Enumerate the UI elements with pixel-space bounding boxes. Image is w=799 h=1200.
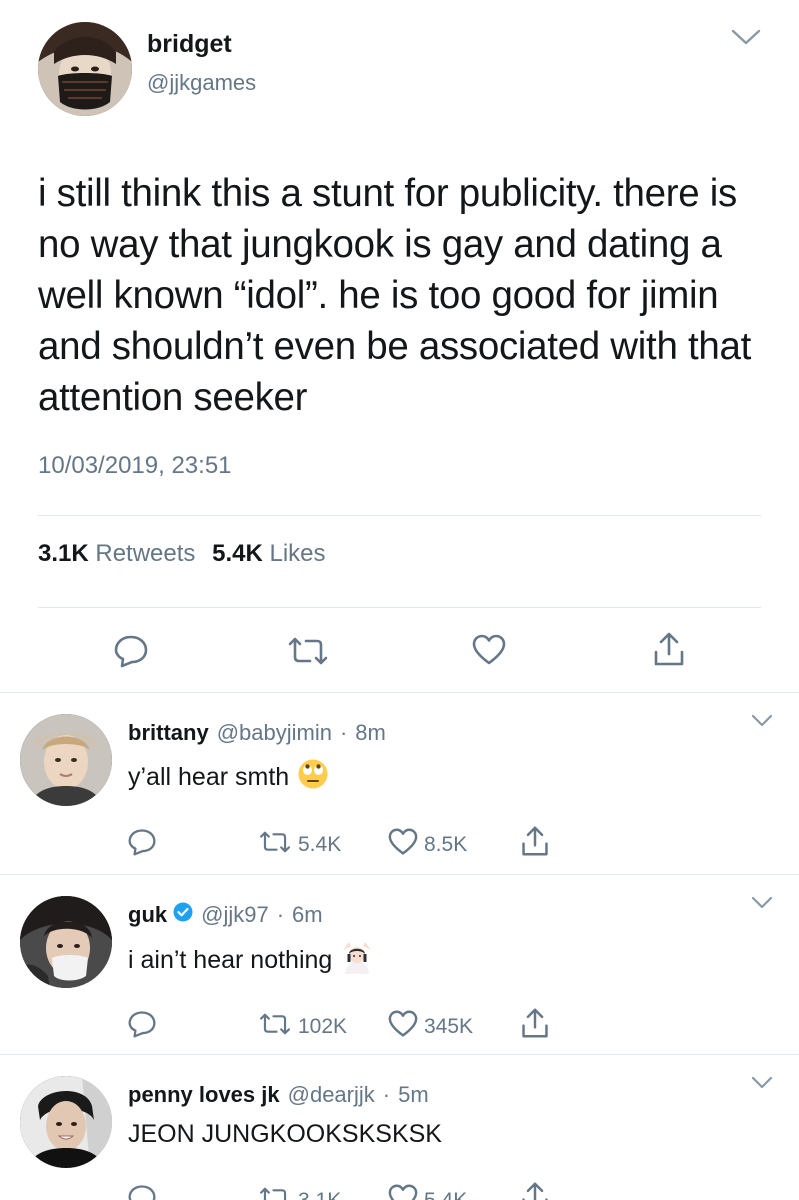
heart-icon[interactable]: [472, 634, 506, 666]
main-tweet-text: i still think this a stunt for publicity…: [38, 172, 751, 419]
reply-time[interactable]: 5m: [398, 1082, 429, 1108]
share-icon[interactable]: [520, 1180, 550, 1200]
retweet-button[interactable]: 3.1K: [258, 1186, 341, 1200]
retweets-label[interactable]: Retweets: [95, 540, 195, 567]
reply-author-handle[interactable]: @jjk97: [201, 902, 269, 928]
share-icon[interactable]: [652, 630, 686, 668]
heart-icon: [388, 1010, 418, 1044]
retweet-icon[interactable]: [286, 636, 330, 666]
reply-actions: 5.4K 8.5K: [0, 826, 799, 860]
reply-author-name[interactable]: brittany: [128, 720, 209, 746]
main-tweet-author-name[interactable]: bridget: [147, 30, 232, 59]
reply-author-handle[interactable]: @babyjimin: [217, 720, 332, 746]
retweet-icon: [258, 1186, 292, 1200]
retweet-button[interactable]: 5.4K: [258, 830, 341, 860]
separator-dot: ·: [382, 1082, 391, 1107]
retweet-count: 102K: [298, 1015, 348, 1038]
reply-icon[interactable]: [127, 1010, 157, 1038]
retweets-count[interactable]: 3.1K: [38, 540, 89, 567]
heart-icon: [388, 1184, 418, 1200]
like-button[interactable]: 5.4K: [388, 1184, 467, 1200]
like-count: 345K: [424, 1015, 474, 1038]
retweet-count: 3.1K: [298, 1189, 341, 1200]
like-button[interactable]: 345K: [388, 1010, 473, 1044]
eye-roll-face-icon: [297, 758, 329, 797]
like-count: 5.4K: [424, 1189, 467, 1200]
reply-avatar[interactable]: [20, 714, 112, 806]
reply-actions: 102K 345K: [0, 1008, 799, 1042]
retweet-button[interactable]: 102K: [258, 1012, 347, 1042]
reply-author-name[interactable]: penny loves jk: [128, 1082, 280, 1108]
reply-tweet[interactable]: penny loves jk @dearjjk · 5m JEON JUNGKO…: [0, 1054, 799, 1200]
reply-icon[interactable]: [127, 828, 157, 856]
share-icon[interactable]: [520, 1006, 550, 1040]
chevron-down-icon[interactable]: [751, 896, 773, 914]
likes-label[interactable]: Likes: [269, 540, 325, 567]
main-tweet-actions: [0, 628, 799, 678]
reply-actions: 3.1K 5.4K: [0, 1182, 799, 1200]
tweet-stats: 3.1K Retweets 5.4K Likes: [38, 540, 326, 568]
chevron-down-icon[interactable]: [731, 28, 761, 51]
reply-avatar[interactable]: [20, 896, 112, 988]
reply-tweet[interactable]: guk @jjk97 · 6m i ain’t hear nothing 102…: [0, 874, 799, 1054]
reply-text: i ain’t hear nothing: [128, 946, 333, 974]
main-tweet-timestamp[interactable]: 10/03/2019, 23:51: [38, 452, 232, 480]
reply-header: guk @jjk97 · 6m: [128, 902, 323, 928]
chevron-down-icon[interactable]: [751, 714, 773, 732]
verified-badge-icon: [173, 902, 193, 928]
retweet-icon: [258, 830, 292, 860]
reply-text: JEON JUNGKOOKSKSKSK: [128, 1120, 442, 1148]
separator-dot: ·: [339, 720, 348, 745]
retweet-icon: [258, 1012, 292, 1042]
divider: [38, 607, 761, 608]
person-gesturing-ok-icon: [340, 940, 374, 981]
reply-time[interactable]: 8m: [355, 720, 386, 746]
retweet-count: 5.4K: [298, 833, 342, 856]
reply-text-row: i ain’t hear nothing: [128, 940, 374, 981]
likes-count[interactable]: 5.4K: [212, 540, 263, 567]
reply-avatar[interactable]: [20, 1076, 112, 1168]
like-button[interactable]: 8.5K: [388, 828, 467, 862]
reply-icon[interactable]: [127, 1184, 157, 1200]
reply-author-name[interactable]: guk: [128, 902, 167, 928]
reply-icon[interactable]: [113, 634, 149, 668]
reply-header: brittany @babyjimin · 8m: [128, 720, 386, 746]
like-count: 8.5K: [424, 833, 468, 856]
main-tweet-author-handle[interactable]: @jjkgames: [147, 70, 256, 96]
reply-tweet[interactable]: brittany @babyjimin · 8m y’all hear smth…: [0, 692, 799, 874]
reply-header: penny loves jk @dearjjk · 5m: [128, 1082, 429, 1108]
reply-text-row: y’all hear smth: [128, 758, 329, 797]
divider: [38, 515, 761, 516]
reply-text: y’all hear smth: [128, 763, 290, 791]
heart-icon: [388, 828, 418, 862]
main-tweet: bridget @jjkgames i still think this a s…: [0, 0, 799, 692]
reply-author-handle[interactable]: @dearjjk: [288, 1082, 375, 1108]
reply-text-row: JEON JUNGKOOKSKSKSK: [128, 1120, 442, 1149]
reply-time[interactable]: 6m: [292, 902, 323, 928]
chevron-down-icon[interactable]: [751, 1076, 773, 1094]
main-tweet-avatar[interactable]: [38, 22, 132, 116]
separator-dot: ·: [276, 902, 285, 927]
share-icon[interactable]: [520, 824, 550, 858]
